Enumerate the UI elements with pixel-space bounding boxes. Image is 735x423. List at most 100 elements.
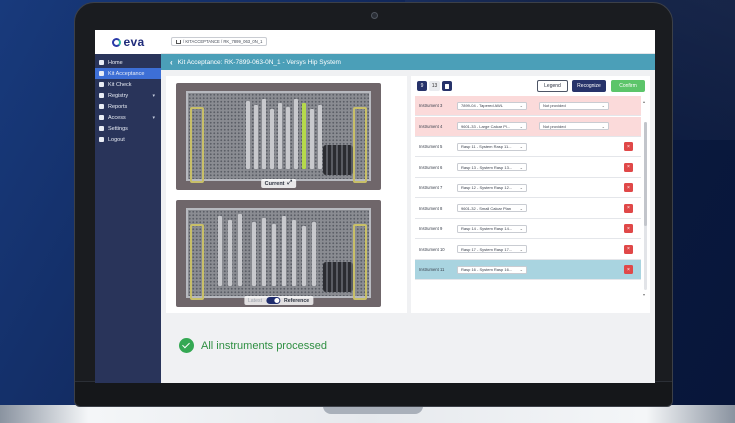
instrument-row[interactable]: Instrument 4 9601-33 - Large Calcar Pl...… xyxy=(415,116,641,137)
delete-button[interactable]: × xyxy=(624,183,633,192)
instrument-panel: 9 13 Legend Recognize Confirm Instrument… xyxy=(411,76,650,313)
tray xyxy=(186,91,371,183)
instrument-rod xyxy=(218,216,222,286)
instrument-row[interactable]: Instrument 7 Rasp 12 - System Rasp 12... ⌄… xyxy=(415,178,641,198)
chevron-down-icon: ⌄ xyxy=(519,267,523,272)
status-select[interactable]: Not provided ⌄ xyxy=(539,122,609,130)
instrument-rod xyxy=(310,109,314,169)
title-bar: ‹ Kit Acceptance: RK-7899-063-0N_1 - Ver… xyxy=(161,54,655,70)
instrument-rod xyxy=(252,222,256,286)
instrument-label: Instrument 3 xyxy=(419,103,443,108)
back-chevron-icon[interactable]: ‹ xyxy=(170,58,173,67)
instrument-row[interactable]: Instrument 11 Rasp 16 - System Rasp 16...… xyxy=(415,260,641,280)
tray-handle-left xyxy=(190,107,204,183)
expand-icon[interactable]: ⤢ xyxy=(288,180,293,187)
chevron-down-icon: ⌄ xyxy=(519,246,523,252)
instrument-select[interactable]: 9601-33 - Large Calcar Pl... ⌄ xyxy=(457,122,527,130)
sidebar-item-kit-acceptance[interactable]: Kit Acceptance xyxy=(95,68,161,79)
page-tab-b[interactable]: 13 xyxy=(429,81,440,91)
sidebar-item-home[interactable]: Home xyxy=(95,57,161,68)
instrument-row[interactable]: Instrument 9 Rasp 14 - System Rasp 14... ⌄… xyxy=(415,219,641,239)
delete-button[interactable]: × xyxy=(624,244,633,254)
chevron-down-icon: ⌄ xyxy=(519,103,523,108)
laptop-bezel xyxy=(75,381,672,406)
instrument-row[interactable]: Instrument 10 Rasp 17 - System Rasp 17...… xyxy=(415,240,641,260)
delete-button[interactable]: × xyxy=(624,142,633,151)
scrollbar[interactable] xyxy=(644,122,647,290)
image-panel: Current ⤢ Latest Reference xyxy=(166,76,407,313)
sidebar-item-label: Logout xyxy=(108,136,125,143)
instrument-row[interactable]: Instrument 5 Rasp 11 - System Rasp 11... ⌄… xyxy=(415,137,641,157)
sidebar-item-label: Reports xyxy=(108,103,128,110)
recognize-button[interactable]: Recognize xyxy=(572,80,606,92)
status-select-value: Not provided xyxy=(543,123,566,129)
instrument-select[interactable]: Rasp 13 - System Rasp 13... ⌄ xyxy=(457,163,527,171)
breadcrumb[interactable]: / KITACCEPTANCE / RK_7899_063_0N_1 xyxy=(171,37,268,46)
tray xyxy=(186,208,371,300)
breadcrumb-bar: / KITACCEPTANCE / RK_7899_063_0N_1 xyxy=(161,30,655,54)
legend-button[interactable]: Legend xyxy=(537,80,568,92)
reports-icon xyxy=(99,104,104,109)
kit-check-icon xyxy=(99,82,104,87)
sidebar-item-reports[interactable]: Reports xyxy=(95,101,161,112)
logo-icon xyxy=(111,37,121,47)
sidebar-item-access[interactable]: Access ▾ xyxy=(95,112,161,123)
reference-tray-image[interactable]: Latest Reference xyxy=(176,200,381,307)
delete-button[interactable]: × xyxy=(624,265,633,274)
scroll-down-icon[interactable]: ▾ xyxy=(643,292,645,297)
document-icon xyxy=(445,83,449,89)
scroll-thumb[interactable] xyxy=(644,122,647,226)
tray-cylinder xyxy=(323,145,353,175)
instrument-label: Instrument 8 xyxy=(419,205,443,211)
instrument-select-value: Rasp 11 - System Rasp 11... xyxy=(461,144,512,149)
instrument-select[interactable]: Rasp 14 - System Rasp 14... ⌄ xyxy=(457,224,527,233)
sidebar-item-settings[interactable]: Settings xyxy=(95,123,161,134)
current-label-text: Current xyxy=(264,180,285,187)
instrument-select-value: Rasp 14 - System Rasp 14... xyxy=(461,226,513,231)
tray-handle-right xyxy=(353,107,367,183)
logo[interactable]: eva xyxy=(95,30,161,54)
page-tab-a[interactable]: 9 xyxy=(417,81,427,91)
instrument-select[interactable]: Rasp 11 - System Rasp 11... ⌄ xyxy=(457,142,527,151)
sidebar-item-registry[interactable]: Registry ▾ xyxy=(95,90,161,101)
instrument-select[interactable]: Rasp 12 - System Rasp 12... ⌄ xyxy=(457,183,527,192)
chevron-down-icon: ⌄ xyxy=(519,123,523,129)
scroll-up-icon[interactable]: ▴ xyxy=(643,99,645,104)
sidebar-item-logout[interactable]: Logout xyxy=(95,134,161,145)
instrument-select-value: Rasp 13 - System Rasp 13... xyxy=(461,164,513,170)
instrument-select-value: 7899-04 - Tapered AWL xyxy=(461,103,504,108)
sidebar-nav: Home Kit Acceptance Kit Check Registry ▾ Repo… xyxy=(95,54,161,145)
delete-button[interactable]: × xyxy=(624,203,633,213)
tray-handle-right xyxy=(353,224,367,300)
status-select[interactable]: Not provided ⌄ xyxy=(539,101,609,110)
confirm-button[interactable]: Confirm xyxy=(611,80,645,92)
current-label[interactable]: Current ⤢ xyxy=(260,179,297,188)
toggle-off-label: Latest xyxy=(247,297,263,304)
instrument-row[interactable]: Instrument 3 7899-04 - Tapered AWL ⌄ Not pr… xyxy=(415,96,641,116)
instrument-label: Instrument 5 xyxy=(419,144,443,149)
delete-button[interactable]: × xyxy=(624,162,633,172)
instrument-select[interactable]: 9601-32 - Small Calcar Plan ⌄ xyxy=(457,204,527,212)
reference-switch[interactable] xyxy=(266,297,281,304)
instrument-rod xyxy=(312,222,316,286)
image-toggle[interactable]: Latest Reference xyxy=(243,296,314,305)
delete-button[interactable]: × xyxy=(624,224,633,233)
sidebar-item-kit-check[interactable]: Kit Check xyxy=(95,79,161,90)
instrument-select[interactable]: 7899-04 - Tapered AWL ⌄ xyxy=(457,101,527,110)
instrument-row[interactable]: Instrument 6 Rasp 13 - System Rasp 13... ⌄… xyxy=(415,158,641,178)
instrument-select[interactable]: Rasp 16 - System Rasp 16... ⌄ xyxy=(457,265,527,274)
instrument-rod-highlighted xyxy=(302,103,306,169)
instrument-select[interactable]: Rasp 17 - System Rasp 17... ⌄ xyxy=(457,245,527,253)
logout-icon xyxy=(99,137,104,142)
instrument-rod xyxy=(292,220,296,286)
chevron-down-icon: ⌄ xyxy=(601,123,605,129)
instrument-row[interactable]: Instrument 8 9601-32 - Small Calcar Plan ⌄… xyxy=(415,199,641,219)
status-select-value: Not provided xyxy=(543,103,566,108)
document-button[interactable] xyxy=(442,81,452,91)
instrument-toolbar: 9 13 Legend Recognize Confirm xyxy=(411,76,650,96)
page-title: Kit Acceptance: RK-7899-063-0N_1 - Versy… xyxy=(177,58,341,66)
instrument-label: Instrument 7 xyxy=(419,185,443,190)
chevron-down-icon: ⌄ xyxy=(519,164,523,170)
switch-knob xyxy=(274,298,280,303)
current-tray-image[interactable]: Current ⤢ xyxy=(176,83,381,190)
